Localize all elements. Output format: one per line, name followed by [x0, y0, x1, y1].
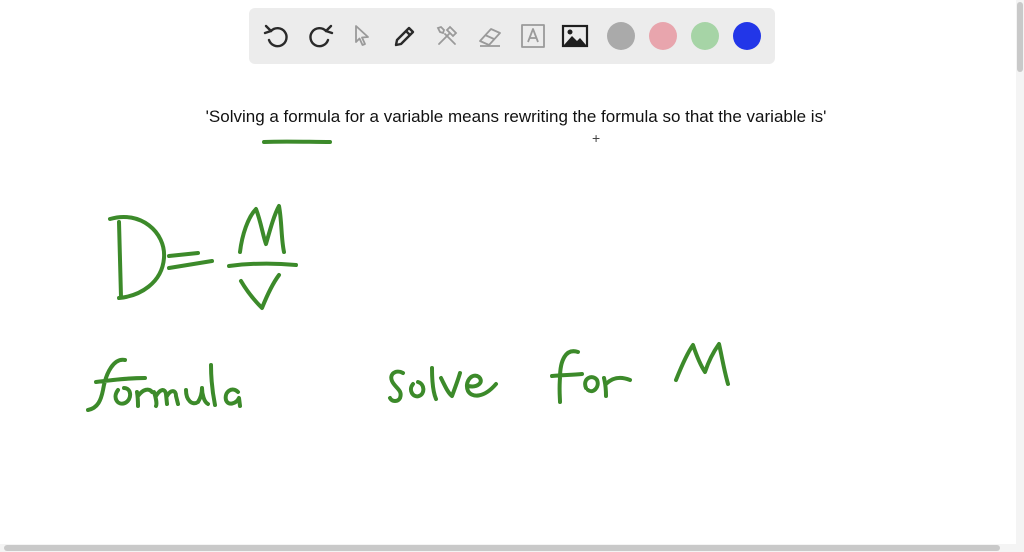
- ink-denominator-V: [239, 273, 281, 310]
- ink-letter-M: [674, 342, 730, 386]
- ink-equation-density: [108, 204, 298, 310]
- ink-word-formula: [86, 357, 242, 412]
- ink-numerator-M: [238, 204, 286, 254]
- horizontal-scrollbar[interactable]: [0, 544, 1024, 552]
- ink-equals-sign: [167, 251, 214, 270]
- handwritten-ink-layer: [86, 139, 730, 412]
- vertical-scrollbar[interactable]: [1016, 0, 1024, 552]
- vertical-scrollbar-thumb[interactable]: [1017, 2, 1023, 72]
- horizontal-scrollbar-thumb[interactable]: [4, 545, 1000, 551]
- ink-word-for: [550, 349, 632, 404]
- ink-letter-D: [108, 215, 167, 300]
- ink-fraction-bar: [227, 261, 298, 268]
- ink-word-solve: [388, 366, 498, 403]
